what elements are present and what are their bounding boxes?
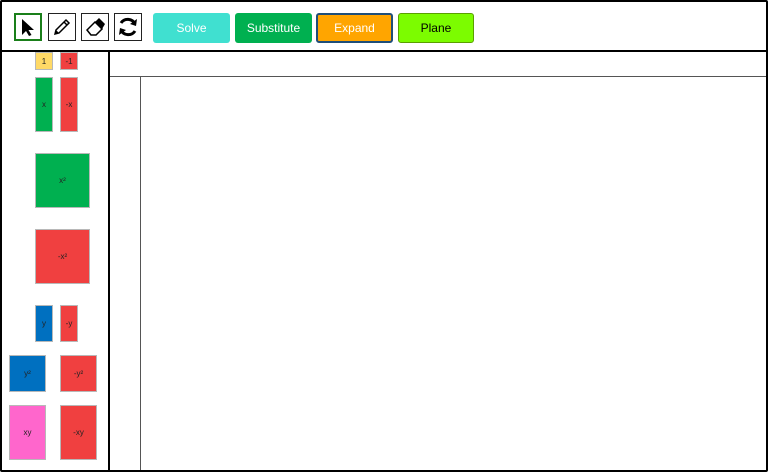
pencil-icon [53, 18, 71, 36]
pointer-icon [22, 19, 34, 36]
reset-tool-button[interactable] [114, 13, 142, 41]
tile-xy[interactable]: xy [9, 405, 46, 460]
tile-negative-one[interactable]: -1 [60, 52, 78, 70]
tile-label: xy [23, 428, 32, 437]
tile-negative-x[interactable]: -x [60, 77, 78, 132]
tile-y[interactable]: y [35, 305, 53, 342]
refresh-icon [119, 17, 137, 37]
eraser-icon [85, 18, 105, 36]
tile-one[interactable]: 1 [35, 52, 53, 70]
tile-label: -xy [73, 428, 84, 437]
tile-label: y² [24, 369, 31, 378]
select-tool-button[interactable] [14, 13, 42, 41]
tile-label: x [42, 100, 46, 109]
tile-negative-xy[interactable]: -xy [60, 405, 97, 460]
solve-button[interactable]: Solve [153, 13, 230, 43]
tile-label: x² [59, 176, 66, 185]
tile-negative-y-squared[interactable]: -y² [60, 355, 97, 392]
tile-negative-x-squared[interactable]: -x² [35, 229, 90, 284]
tile-negative-y[interactable]: -y [60, 305, 78, 342]
tile-x[interactable]: x [35, 77, 53, 132]
tile-label: -1 [65, 56, 73, 66]
expand-button[interactable]: Expand [316, 13, 393, 43]
vertical-axis-line [140, 77, 141, 470]
pencil-tool-button[interactable] [48, 13, 76, 41]
tile-label: -x² [57, 252, 68, 261]
toolbar: Solve Substitute Expand Plane [2, 2, 766, 52]
tile-label: y [42, 319, 46, 328]
tile-palette: 1 -1 x -x x² -x² y -y y² -y² xy -xy [2, 52, 110, 470]
tile-label: -x [65, 100, 73, 109]
tile-x-squared[interactable]: x² [35, 153, 90, 208]
app-frame: Solve Substitute Expand Plane 1 -1 x -x … [0, 0, 768, 472]
tile-y-squared[interactable]: y² [9, 355, 46, 392]
workspace-canvas[interactable] [110, 52, 766, 470]
plane-button[interactable]: Plane [398, 13, 474, 43]
eraser-tool-button[interactable] [81, 13, 109, 41]
substitute-button[interactable]: Substitute [235, 13, 312, 43]
tile-label: -y² [73, 369, 84, 378]
horizontal-axis-line [110, 76, 766, 77]
tile-label: 1 [41, 56, 47, 66]
tile-label: -y [65, 319, 73, 328]
